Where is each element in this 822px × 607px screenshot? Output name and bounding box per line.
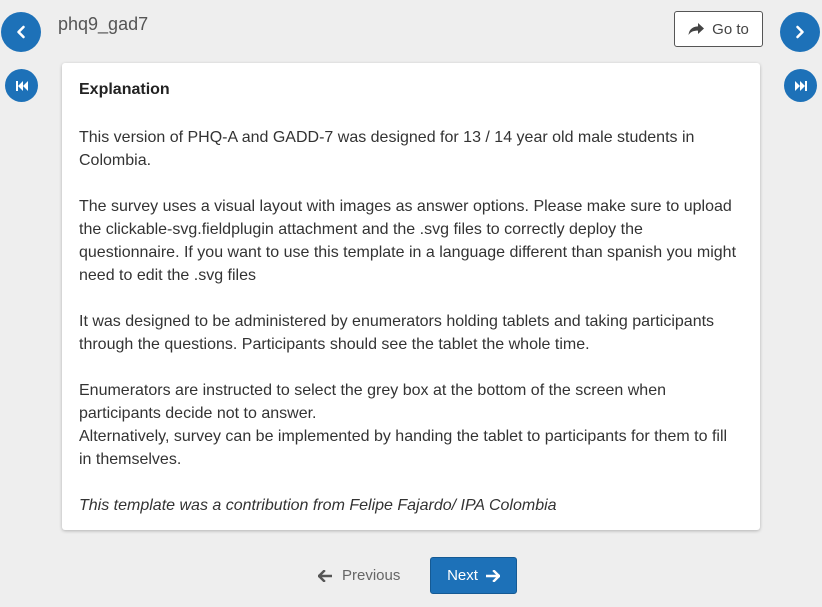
paragraph: Alternatively, survey can be implemented… (79, 428, 728, 468)
go-to-label: Go to (712, 20, 749, 38)
card-heading: Explanation (79, 81, 170, 98)
skip-to-end-icon (794, 80, 807, 91)
chevron-right-icon (796, 25, 804, 39)
paragraph: The survey uses a visual layout with ima… (79, 198, 737, 284)
paragraph: This version of PHQ-A and GADD-7 was des… (79, 129, 695, 169)
forward-button[interactable] (780, 12, 820, 52)
arrow-right-icon (485, 569, 500, 582)
paragraph: Enumerators are instructed to select the… (79, 382, 666, 422)
contribution-note: This template was a contribution from Fe… (79, 497, 557, 514)
back-button[interactable] (1, 12, 41, 52)
next-button[interactable]: Next (430, 557, 517, 594)
skip-to-start-icon (15, 80, 28, 91)
previous-button[interactable]: Previous (310, 557, 408, 594)
paragraph: It was designed to be administered by en… (79, 313, 715, 353)
next-label: Next (447, 567, 478, 584)
bottom-navigation: Previous Next (0, 557, 822, 594)
previous-label: Previous (342, 567, 401, 584)
share-arrow-icon (688, 22, 705, 35)
chevron-left-icon (17, 25, 25, 39)
go-to-button[interactable]: Go to (674, 11, 763, 47)
form-title: phq9_gad7 (58, 14, 149, 34)
last-page-button[interactable] (784, 69, 817, 102)
arrow-left-icon (318, 569, 332, 582)
explanation-card: Explanation This version of PHQ-A and GA… (62, 63, 760, 530)
first-page-button[interactable] (5, 69, 38, 102)
